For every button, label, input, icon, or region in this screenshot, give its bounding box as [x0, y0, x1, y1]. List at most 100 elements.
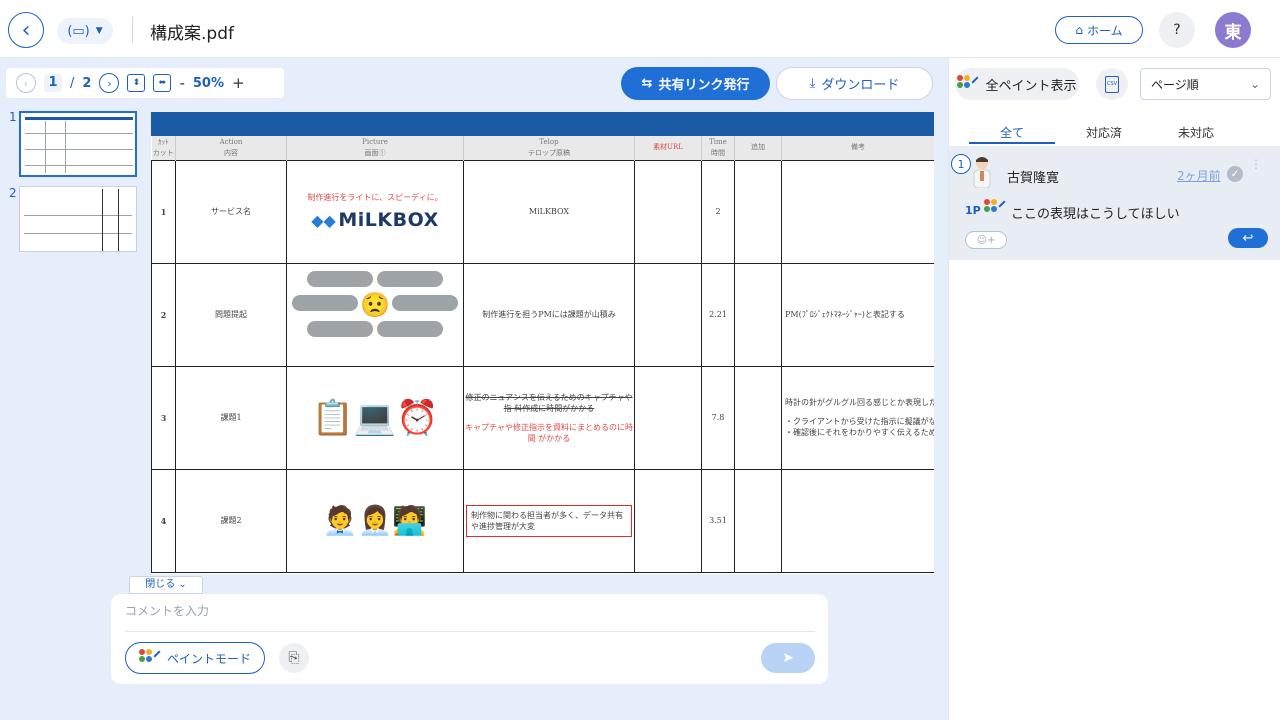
add-reaction-button[interactable]: ☺+	[965, 231, 1007, 249]
row-number: 4	[151, 468, 176, 573]
picture-caption: 制作進行をライトに、スピーディに。	[307, 193, 443, 202]
row-picture: 🧑‍💼👩‍💼🧑‍💻	[286, 468, 464, 573]
row-picture: 制作進行をライトに、スピーディに。 ◆◆ MiLKBOX	[286, 159, 464, 264]
row-action: 問題提起	[175, 262, 287, 367]
row-time: 7.8	[701, 365, 735, 470]
worried-person-icon: 😟	[360, 290, 390, 319]
next-page-button[interactable]: ›	[99, 73, 120, 93]
fit-height-button[interactable]: ⬍	[127, 74, 146, 92]
page-thumbnail-1[interactable]	[19, 111, 137, 177]
row-extra	[734, 365, 782, 470]
row-telop: MiLKBOX	[463, 159, 635, 264]
highlighted-annotation[interactable]: 制作物に関わる担当者が多く、データ共有や進捗管理が大変	[466, 504, 632, 537]
tab-all[interactable]: 全て	[969, 116, 1055, 144]
row-url	[634, 365, 702, 470]
table-row: 1 サービス名 制作進行をライトに、スピーディに。 ◆◆ MiLKBOX MiL…	[151, 159, 934, 264]
chevron-left-icon: ‹	[21, 17, 31, 43]
send-button[interactable]: ➤	[761, 643, 815, 673]
back-button[interactable]: ‹	[8, 12, 44, 48]
row-telop: 制作物に関わる担当者が多く、データ共有や進捗管理が大変	[463, 468, 635, 573]
speech-bubbles-illustration: 😟	[287, 269, 463, 361]
page-thumbnail-2[interactable]	[19, 186, 137, 252]
fit-width-button[interactable]: ⬌	[153, 74, 172, 92]
composer-divider	[125, 631, 815, 632]
chevron-down-icon: ⌄	[1249, 77, 1260, 91]
storyboard-table: ｶｯﾄ カット Action 内容 Picture 画面① Telop テロップ原稿 素…	[151, 136, 934, 573]
tab-unresolved[interactable]: 未対応	[1153, 116, 1239, 144]
document-page[interactable]: ｶｯﾄ カット Action 内容 Picture 画面① Telop テロップ原稿 素…	[151, 112, 934, 574]
fit-height-icon: ⬍	[132, 78, 141, 88]
column-header: 備考	[781, 136, 934, 160]
comment-filter-tabs: 全て 対応済 未対応	[969, 116, 1269, 144]
header-divider	[132, 17, 133, 43]
chevron-right-icon: ›	[107, 76, 112, 90]
more-options-icon[interactable]: ⋮	[1250, 158, 1262, 170]
home-button[interactable]: ⌂ ホーム	[1055, 16, 1143, 44]
fit-width-icon: ⬌	[158, 78, 167, 88]
column-header: 素材URL	[634, 136, 702, 160]
current-page-input[interactable]: 1	[44, 74, 62, 92]
paint-mode-button[interactable]: ペイントモード	[125, 642, 265, 674]
row-time: 2	[701, 159, 735, 264]
row-extra	[734, 468, 782, 573]
page-separator: /	[70, 75, 75, 91]
check-icon[interactable]: ✓	[1227, 166, 1243, 182]
comment-item[interactable]: 1 古賀隆寛 2ヶ月前 ✓ ⋮ 1P ここの表現はこうしてほしい ☺+ ↩	[949, 146, 1280, 260]
comment-page: 1P	[965, 204, 981, 217]
comment-input[interactable]: コメントを入力	[125, 602, 209, 619]
sort-select[interactable]: ページ順 ⌄	[1140, 68, 1271, 100]
prev-page-button[interactable]: ‹	[16, 73, 36, 93]
paint-icon	[957, 75, 980, 93]
csv-export-button[interactable]: CSV	[1096, 68, 1128, 100]
view-mode-toggle[interactable]: (▭) ▼	[57, 18, 113, 44]
send-icon: ➤	[782, 650, 794, 666]
download-button[interactable]: ⤓ ダウンロード	[776, 67, 933, 100]
comment-text: ここの表現はこうしてほしい	[1011, 207, 1180, 222]
telop-struck: 修正のニュアンスを伝えるためのキャプチャや指 料作成に時間がかかる	[465, 392, 633, 413]
show-all-paint-button[interactable]: 全ペイント表示	[955, 68, 1079, 100]
tab-resolved[interactable]: 対応済	[1061, 116, 1147, 144]
row-time: 3.51	[701, 468, 735, 573]
attach-icon: ⎘	[288, 650, 300, 666]
reply-button[interactable]: ↩	[1228, 228, 1268, 248]
attach-button[interactable]: ⎘	[279, 643, 309, 673]
help-button[interactable]: ?	[1159, 12, 1195, 48]
column-header: ｶｯﾄ カット	[151, 136, 176, 160]
csv-icon: CSV	[1105, 75, 1119, 93]
help-icon: ?	[1173, 22, 1181, 38]
caret-down-icon: ▼	[95, 26, 103, 36]
comment-time[interactable]: 2ヶ月前	[1177, 167, 1221, 184]
user-avatar[interactable]: 東	[1215, 12, 1251, 48]
row-action: 課題2	[175, 468, 287, 573]
milkbox-logo-icon: ◆◆	[311, 211, 336, 230]
share-link-button[interactable]: ⇆ 共有リンク発行	[621, 67, 770, 100]
row-time: 2.21	[701, 262, 735, 367]
row-picture: 📋💻⏰	[286, 365, 464, 470]
row-url	[634, 262, 702, 367]
reply-icon: ↩	[1242, 230, 1254, 246]
row-url	[634, 159, 702, 264]
close-label: 閉じる	[145, 579, 176, 590]
show-all-label: 全ペイント表示	[985, 78, 1077, 94]
zoom-out-button[interactable]: -	[179, 74, 184, 92]
column-header: Time 時間	[701, 136, 735, 160]
comment-number: 1	[951, 154, 971, 174]
busy-worker-illustration: 📋💻⏰	[311, 397, 439, 438]
row-telop: 修正のニュアンスを伝えるためのキャプチャや指 料作成に時間がかかる キャプチャや…	[463, 365, 635, 470]
zoom-in-button[interactable]: +	[232, 74, 245, 92]
comment-composer: コメントを入力 ペイントモード ⎘ ➤	[111, 594, 828, 684]
staff-team-illustration: 🧑‍💼👩‍💼🧑‍💻	[322, 504, 428, 537]
download-icon: ⤓	[809, 76, 816, 91]
close-composer-button[interactable]: 閉じる ⌄	[129, 576, 203, 594]
thumbnail-number-1: 1	[9, 110, 17, 124]
milkbox-logo: ◆◆ MiLKBOX	[287, 209, 463, 231]
row-note: 時計の針がグルグル回る感じとか表現したい ・クライアントから受けた指示に擬議がな…	[781, 365, 934, 470]
telop-revision: キャプチャや修正指示を資料にまとめるのに時間 がかかる	[465, 422, 633, 443]
commenter-name: 古賀隆寛	[1007, 171, 1060, 186]
row-number: 1	[151, 159, 176, 264]
share-link-icon: ⇆	[641, 76, 653, 91]
row-action: 課題1	[175, 365, 287, 470]
thumbnail-number-2: 2	[9, 186, 17, 200]
commenter-avatar	[973, 157, 991, 188]
table-row: 3 課題1 📋💻⏰ 修正のニュアンスを伝えるためのキャプチャや指 料作成に時間が…	[151, 365, 934, 470]
